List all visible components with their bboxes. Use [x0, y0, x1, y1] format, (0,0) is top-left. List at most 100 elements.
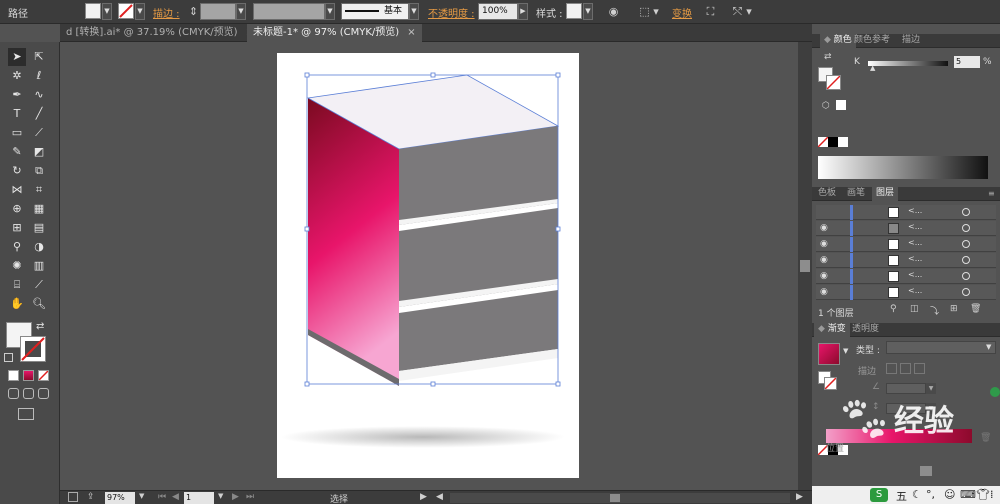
- tab-swatches[interactable]: 色板: [814, 187, 840, 201]
- none-swatch[interactable]: [817, 136, 829, 148]
- mesh-tool-icon[interactable]: ⊞: [8, 219, 26, 237]
- white-swatch[interactable]: [838, 137, 848, 147]
- gradient-tool-icon[interactable]: ▤: [30, 219, 48, 237]
- selection-handle[interactable]: [555, 72, 561, 78]
- layer-row[interactable]: <...: [816, 205, 996, 220]
- stroke-weight-dropdown-icon[interactable]: ▼: [236, 3, 246, 20]
- k-slider[interactable]: [868, 61, 948, 66]
- recolor-artwork-icon[interactable]: ◉: [606, 4, 621, 19]
- free-transform-tool-icon[interactable]: ⌗: [30, 181, 48, 199]
- variable-width-select[interactable]: [253, 3, 325, 20]
- stroke-gradient-option-3[interactable]: [914, 363, 925, 374]
- black-swatch[interactable]: [828, 137, 838, 147]
- align-options-icon[interactable]: ⬚: [637, 4, 652, 19]
- selection-handle[interactable]: [555, 226, 561, 232]
- opacity-input[interactable]: 100%: [478, 3, 518, 20]
- type-dropdown-icon[interactable]: ▼: [986, 343, 991, 351]
- direct-selection-tool-icon[interactable]: ⇱: [30, 48, 48, 66]
- artboard-tool-icon[interactable]: ⌸: [8, 276, 26, 294]
- delete-layer-icon[interactable]: 🗑︎: [970, 304, 981, 314]
- color-ramp[interactable]: [818, 156, 988, 179]
- selection-handle[interactable]: [430, 72, 436, 78]
- horizontal-scrollbar[interactable]: [450, 493, 790, 503]
- gradient-preview[interactable]: [818, 343, 840, 365]
- moon-icon[interactable]: ☾: [912, 488, 922, 501]
- draw-normal-icon[interactable]: [8, 388, 19, 399]
- layer-row[interactable]: ◉ <...: [816, 237, 996, 252]
- sogou-ime-icon[interactable]: S: [870, 488, 888, 502]
- brush-select[interactable]: 基本: [341, 3, 409, 20]
- gradient-preset-dropdown-icon[interactable]: ▼: [843, 347, 848, 355]
- swap-icon[interactable]: ⇄: [824, 52, 832, 62]
- eye-icon[interactable]: ◉: [820, 255, 828, 265]
- punctuation-icon[interactable]: °,: [926, 488, 935, 501]
- selection-handle[interactable]: [555, 381, 561, 387]
- artboard-nav-icon[interactable]: [68, 492, 78, 502]
- selection-handle[interactable]: [304, 72, 310, 78]
- transform-label[interactable]: 变换: [672, 5, 692, 20]
- slice-tool-icon[interactable]: ⟋: [30, 276, 48, 294]
- tab-color-guide[interactable]: 颜色参考: [850, 34, 894, 48]
- transform-each-icon[interactable]: ⛶: [703, 4, 718, 19]
- hscroll-right-icon[interactable]: ▶: [796, 492, 803, 502]
- tab-document-2[interactable]: 未标题-1* @ 97% (CMYK/预览) ×: [247, 24, 422, 42]
- eye-icon[interactable]: ◉: [820, 271, 828, 281]
- k-value-input[interactable]: 5: [954, 56, 980, 68]
- isolate-icon[interactable]: ⤲: [730, 4, 745, 19]
- first-page-icon[interactable]: ⏮: [158, 492, 166, 502]
- hand-tool-icon[interactable]: ✋: [8, 295, 26, 313]
- zoom-dropdown-icon[interactable]: ▼: [139, 492, 144, 500]
- user-icon[interactable]: 👕︎: [976, 488, 990, 501]
- target-circle-icon[interactable]: [962, 272, 970, 280]
- layer-row[interactable]: ◉ <...: [816, 221, 996, 236]
- hscroll-left-icon[interactable]: ◀: [436, 492, 443, 502]
- swap-colors-icon[interactable]: ⇄: [36, 321, 44, 332]
- draw-behind-icon[interactable]: [23, 388, 34, 399]
- target-circle-icon[interactable]: [962, 256, 970, 264]
- perspective-grid-tool-icon[interactable]: ▦: [30, 200, 48, 218]
- line-tool-icon[interactable]: ╱: [30, 105, 48, 123]
- scale-tool-icon[interactable]: ⧉: [30, 162, 48, 180]
- eye-icon[interactable]: ◉: [820, 287, 828, 297]
- selection-handle[interactable]: [304, 381, 310, 387]
- target-circle-icon[interactable]: [962, 288, 970, 296]
- panel-scroll-thumb[interactable]: [920, 466, 932, 476]
- last-page-icon[interactable]: ⏭: [246, 492, 254, 502]
- layer-row[interactable]: ◉ <...: [816, 269, 996, 284]
- collapse-icon[interactable]: ◆: [818, 324, 825, 334]
- paintbrush-tool-icon[interactable]: ⟋: [30, 124, 48, 142]
- stroke-color-box[interactable]: [826, 75, 841, 90]
- shape-builder-tool-icon[interactable]: ⊕: [8, 200, 26, 218]
- tab-layers[interactable]: 图层: [872, 187, 899, 201]
- rotate-tool-icon[interactable]: ↻: [8, 162, 26, 180]
- web-safe-swatch[interactable]: [836, 100, 846, 110]
- hscroll-thumb[interactable]: [610, 494, 620, 502]
- zoom-tool-icon[interactable]: 🔍︎: [30, 295, 48, 313]
- isolate-dropdown-icon[interactable]: ▾: [745, 4, 753, 19]
- stroke-gradient-option-1[interactable]: [886, 363, 897, 374]
- k-slider-handle-icon[interactable]: ▲: [870, 64, 875, 72]
- tab-document-1[interactable]: d [转换].ai* @ 37.19% (CMYK/预览)×: [60, 24, 260, 42]
- opacity-label[interactable]: 不透明度 :: [428, 5, 475, 20]
- rectangle-tool-icon[interactable]: ▭: [8, 124, 26, 142]
- style-swatch[interactable]: [566, 3, 582, 19]
- target-circle-icon[interactable]: [962, 224, 970, 232]
- target-circle-icon[interactable]: [962, 208, 970, 216]
- grid-icon[interactable]: ⁞: [990, 488, 994, 501]
- new-layer-icon[interactable]: ⊞: [950, 304, 958, 314]
- stroke-dropdown-icon[interactable]: ▼: [135, 3, 145, 20]
- eye-icon[interactable]: ◉: [820, 223, 828, 233]
- fill-dropdown-icon[interactable]: ▼: [102, 3, 112, 20]
- tab-gradient[interactable]: ◆ 渐变: [814, 323, 850, 337]
- variable-width-dropdown-icon[interactable]: ▼: [325, 3, 335, 20]
- stroke-box-icon[interactable]: [824, 377, 837, 390]
- layer-row[interactable]: ◉ <...: [816, 253, 996, 268]
- selection-tool-icon[interactable]: ➤: [8, 48, 26, 66]
- new-sublayer-icon[interactable]: ⤵: [930, 304, 939, 317]
- stroke-gradient-option-2[interactable]: [900, 363, 911, 374]
- box-artwork[interactable]: [277, 53, 579, 478]
- tab-brushes[interactable]: 画笔: [843, 187, 869, 201]
- status-menu-icon[interactable]: ▶: [420, 492, 427, 502]
- opacity-dropdown-icon[interactable]: ▶: [518, 3, 528, 20]
- selection-handle[interactable]: [430, 381, 436, 387]
